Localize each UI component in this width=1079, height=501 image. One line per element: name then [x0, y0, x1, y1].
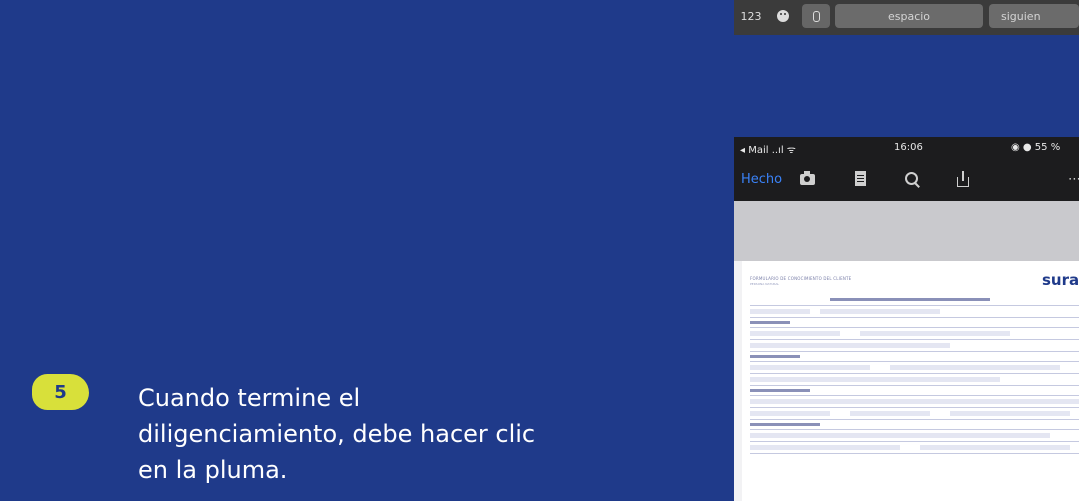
form-subtitle: PERSONA NATURAL: [750, 282, 780, 286]
next-key[interactable]: siguien: [989, 4, 1079, 28]
status-battery: ◉ ● 55 %: [1011, 142, 1061, 153]
step-number-badge: 5: [32, 374, 89, 410]
viewer-background: [734, 201, 1079, 261]
more-icon[interactable]: ⋯: [1068, 172, 1079, 187]
phone-screenshot: ◂ Mail ..ıl ᯤ 16:06 ◉ ● 55 % Hecho ⋯ FOR…: [734, 137, 1079, 501]
emoji-icon: [777, 10, 789, 22]
numbers-key[interactable]: 123: [736, 4, 766, 28]
keyboard-bar: 123 espacio siguien: [734, 0, 1079, 35]
microphone-key[interactable]: [802, 4, 830, 28]
status-bar: ◂ Mail ..ıl ᯤ 16:06 ◉ ● 55 %: [734, 137, 1079, 159]
share-icon[interactable]: [955, 171, 973, 187]
emoji-key[interactable]: [770, 4, 796, 28]
brand-logo: sura: [1042, 271, 1079, 289]
viewer-toolbar: Hecho ⋯: [734, 159, 1079, 201]
status-time: 16:06: [894, 142, 923, 153]
form-document: FORMULARIO DE CONOCIMIENTO DEL CLIENTE P…: [742, 261, 1079, 501]
camera-icon[interactable]: [799, 171, 817, 187]
form-title: FORMULARIO DE CONOCIMIENTO DEL CLIENTE: [750, 276, 852, 281]
form-fields: [750, 295, 1079, 501]
search-icon[interactable]: [904, 171, 922, 188]
microphone-icon: [812, 10, 820, 22]
space-key[interactable]: espacio: [835, 4, 983, 28]
status-back-to-mail[interactable]: ◂ Mail ..ıl ᯤ: [740, 142, 796, 156]
done-button[interactable]: Hecho: [741, 172, 782, 187]
document-icon[interactable]: [852, 171, 870, 187]
instruction-text: Cuando termine el diligenciamiento, debe…: [138, 384, 536, 484]
